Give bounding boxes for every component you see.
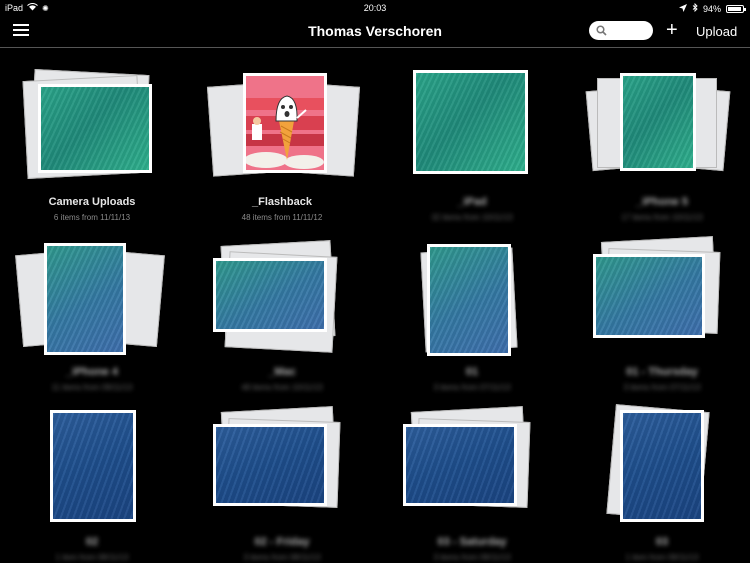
album-stack [15, 228, 167, 355]
album-stack [587, 398, 737, 522]
album-item[interactable]: _Mac 48 items from 10/11/13 [207, 228, 357, 393]
album-subtitle: 3 items from 09/11/13 [433, 553, 511, 562]
album-stack [587, 228, 737, 348]
album-item[interactable]: 02 - Friday 3 items from 08/11/13 [207, 398, 357, 563]
album-subtitle: 48 items from 11/11/12 [241, 213, 323, 222]
album-cover-photo [620, 73, 696, 171]
album-cover-photo [38, 84, 152, 173]
album-subtitle: 3 items from 07/11/13 [433, 383, 511, 392]
album-subtitle: 1 item from 08/11/13 [55, 553, 129, 562]
flashback-illustration [246, 76, 324, 170]
album-title: _iPhone 4 [66, 366, 118, 378]
search-field[interactable] [589, 21, 653, 40]
album-item[interactable]: _iPhone 4 11 items from 09/11/13 [15, 228, 167, 393]
battery-icon [726, 4, 746, 13]
album-cover-photo [427, 244, 511, 356]
album-title: 02 [85, 536, 99, 548]
album-title: 01 [465, 366, 479, 378]
album-title: _iPhone 5 [636, 196, 688, 208]
album-title: _Flashback [252, 196, 312, 208]
album-cover-photo [243, 73, 327, 173]
status-right: 94% [678, 2, 746, 14]
album-item[interactable]: 01 - Thursday 3 items from 07/11/13 [587, 228, 737, 393]
location-icon [678, 3, 687, 14]
album-subtitle: 32 items from 10/11/13 [431, 213, 513, 222]
album-cover-photo [620, 410, 704, 522]
album-item[interactable]: _iPad 32 items from 10/11/13 [397, 58, 547, 223]
album-title: Camera Uploads [48, 196, 136, 208]
album-cover-photo [213, 424, 327, 506]
album-stack [585, 58, 737, 178]
album-cover-photo [413, 70, 528, 174]
album-title: 02 - Friday [254, 536, 310, 548]
add-button[interactable]: + [666, 20, 678, 40]
album-cover-photo [44, 243, 126, 355]
album-stack [207, 398, 357, 518]
album-stack [17, 58, 167, 179]
album-stack [397, 228, 547, 356]
navigation-bar: Thomas Verschoren + Upload [0, 16, 750, 48]
album-stack [397, 398, 547, 518]
album-item[interactable]: _Flashback 48 items from 11/11/12 [206, 58, 361, 223]
album-title: _iPad [457, 196, 487, 208]
album-stack [397, 58, 547, 178]
clock: 20:03 [363, 3, 387, 13]
album-subtitle: 1 item from 09/11/13 [625, 553, 699, 562]
album-title: 01 - Thursday [626, 366, 698, 378]
album-item[interactable]: 01 3 items from 07/11/13 [397, 228, 547, 393]
bluetooth-icon [692, 2, 698, 14]
album-title: _Mac [268, 366, 296, 378]
album-item[interactable]: 03 - Saturday 3 items from 09/11/13 [397, 398, 547, 563]
album-item[interactable]: _iPhone 5 17 items from 10/11/13 [585, 58, 737, 223]
album-subtitle: 11 items from 09/11/13 [51, 383, 133, 392]
album-cover-photo [403, 424, 517, 506]
album-title: 03 - Saturday [437, 536, 507, 548]
album-subtitle: 17 items from 10/11/13 [621, 213, 703, 222]
album-grid: Camera Uploads 6 items from 11/11/13 _Flas… [0, 48, 750, 563]
status-bar: iPad ✺ 20:03 94% [0, 0, 750, 16]
album-title: 03 [655, 536, 669, 548]
album-stack [206, 58, 361, 178]
album-cover-photo [593, 254, 705, 338]
album-subtitle: 3 items from 07/11/13 [623, 383, 701, 392]
album-item[interactable]: 02 1 item from 08/11/13 [17, 398, 167, 563]
album-item[interactable]: 03 1 item from 09/11/13 [587, 398, 737, 563]
album-subtitle: 3 items from 08/11/13 [243, 553, 321, 562]
album-stack [207, 228, 357, 353]
album-subtitle: 48 items from 10/11/13 [241, 383, 323, 392]
album-cover-photo [50, 410, 136, 522]
album-subtitle: 6 items from 11/11/13 [53, 213, 131, 222]
album-item[interactable]: Camera Uploads 6 items from 11/11/13 [17, 58, 167, 223]
album-stack [17, 398, 167, 522]
battery-percent: 94% [702, 3, 721, 14]
search-icon [596, 25, 607, 36]
upload-button[interactable]: Upload [696, 24, 737, 39]
album-cover-photo [213, 258, 327, 332]
